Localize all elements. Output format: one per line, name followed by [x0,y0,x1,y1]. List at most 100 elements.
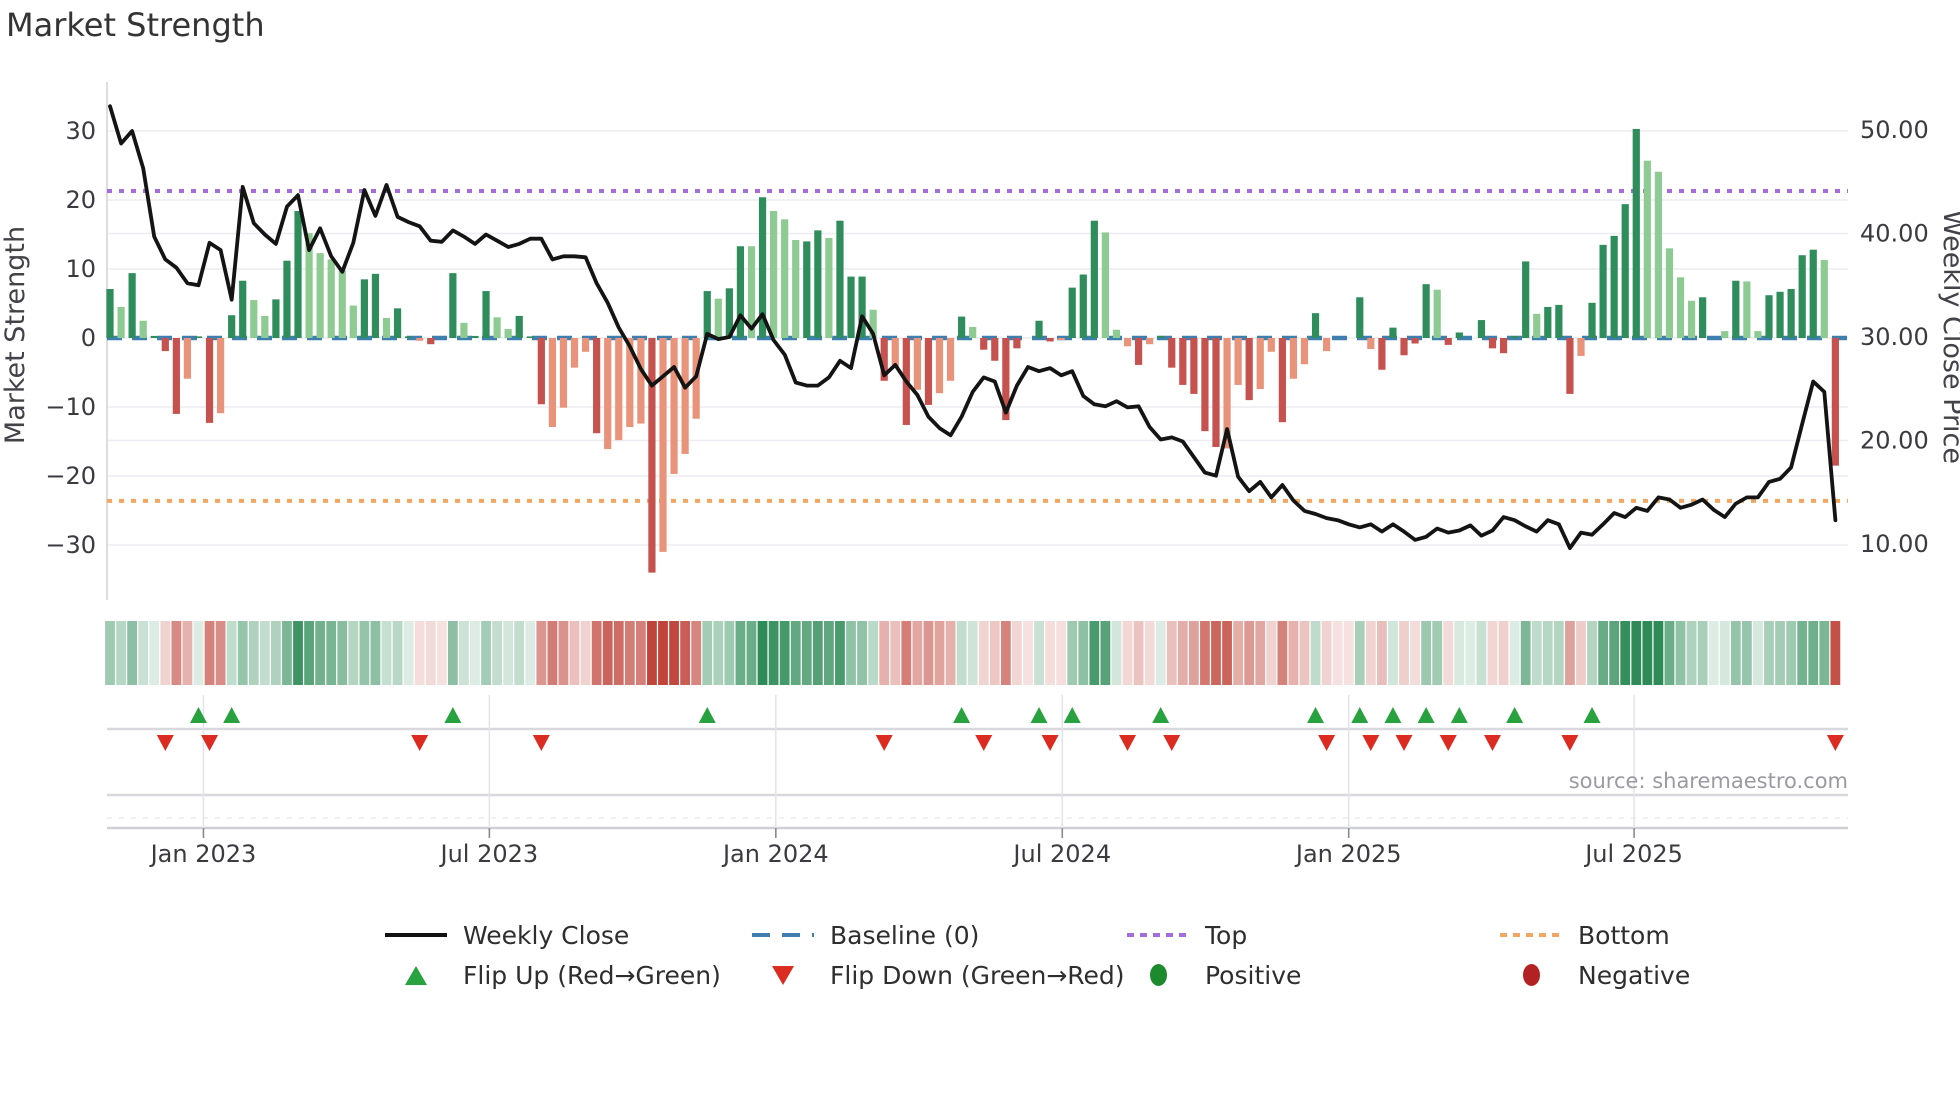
flip-up-icon [1152,707,1170,723]
strength-bar [1079,274,1087,338]
heatmap-cell [1808,621,1819,685]
market-strength-dashboard: Market Strength Market Strength Weekly C… [0,0,1960,1102]
heatmap-cell [757,621,768,685]
strength-bar [1146,338,1154,345]
heatmap-cell [525,621,536,685]
strength-bar [139,320,147,338]
strength-bar [1278,338,1286,423]
strength-bar [1798,255,1806,338]
legend-label: Baseline (0) [830,920,980,950]
strength-bar [1533,313,1541,338]
strength-bar [604,338,612,450]
strength-bar [460,322,468,338]
strength-bar [969,326,977,338]
flip-down-icon [1826,735,1844,751]
heatmap-cell [259,621,270,685]
strength-bar [1831,338,1839,466]
heatmap-cell [956,621,967,685]
heatmap-cell [591,621,602,685]
heatmap-cell [215,621,226,685]
strength-bar [1676,277,1685,338]
heatmap-cell [1609,621,1620,685]
left-axis-tick: 20 [65,186,96,214]
heatmap-cell [381,621,392,685]
strength-bar [161,338,169,352]
legend-flip-down: Flip Down (Green→Red) [750,958,1125,992]
strength-bar [792,240,800,338]
left-axis-tick: −20 [45,462,96,490]
heatmap-cell [447,621,458,685]
heatmap-cell [635,621,646,685]
heatmap-cell [436,621,447,685]
heatmap-cell [691,621,702,685]
strength-bar [1765,295,1773,338]
strength-bar [1599,244,1607,338]
strength-bar [703,291,711,338]
legend-label: Top [1205,920,1248,950]
strength-bar [1367,338,1375,350]
strength-bar [1743,281,1751,338]
heatmap-cell [1410,621,1420,685]
heatmap-cell [967,621,978,685]
right-axis-tick: 20.00 [1860,427,1929,455]
heatmap-cell [1520,621,1531,685]
strength-bar [393,308,402,338]
flip-up-icon [444,707,462,723]
strength-bar [581,338,590,352]
heatmap-cell [1299,621,1310,685]
flip-down-icon [975,735,993,751]
strength-bar [449,273,457,338]
left-axis-title: Market Strength [0,226,31,444]
x-axis-tick: Jan 2025 [1294,840,1402,868]
heatmap-cell [879,621,890,685]
strength-bar [194,336,203,338]
heatmap-cell [1100,621,1111,685]
strength-bar [980,338,988,350]
heatmap-cell [1786,621,1797,685]
strength-bar [150,335,158,338]
strength-bar [371,273,380,338]
heatmap-cell [1067,621,1078,685]
strength-bar [1201,338,1209,432]
heatmap-cell [348,621,359,685]
heatmap-cell [790,621,801,685]
strength-bar [1665,248,1674,338]
source-text: source: sharemaestro.com [1569,769,1848,793]
strength-bar [1400,338,1408,356]
legend-row-2: Flip Up (Red→Green) Flip Down (Green→Red… [0,958,1960,994]
flip-up-icon [1506,707,1524,723]
strength-bar [1588,302,1596,338]
flip-up-icon [1063,707,1081,723]
strength-bar [205,338,214,423]
strength-bar [1289,338,1298,379]
heatmap-cell [1155,621,1166,685]
strength-bar [1754,331,1762,338]
heatmap-cell [801,621,812,685]
heatmap-cell [1553,621,1564,685]
heatmap-cell [1531,621,1542,685]
strength-bar [637,338,645,424]
flip-up-icon [1417,707,1435,723]
heatmap-cell [824,621,834,685]
heatmap-cell [1388,621,1398,685]
heatmap-cell [1365,621,1376,685]
heatmap-cell [602,621,613,685]
strength-bar [172,338,180,414]
strength-bar [471,335,479,338]
heatmap-cell [1266,621,1277,685]
strength-bar [559,338,568,408]
heatmap-cell [945,621,956,685]
strength-bar [228,315,236,338]
strength-bar [1621,204,1629,338]
strength-bar [1090,220,1098,338]
strength-bar [670,338,678,474]
flip-up-icon [1030,707,1048,723]
heatmap-cell [1122,621,1133,685]
legend-label: Negative [1578,960,1691,990]
baseline-dash-icon [750,933,816,937]
heatmap-cell [702,621,713,685]
strength-bar [183,338,192,379]
heatmap-cell [724,621,735,685]
legend-label: Flip Up (Red→Green) [463,960,721,990]
strength-bar [1378,338,1386,370]
